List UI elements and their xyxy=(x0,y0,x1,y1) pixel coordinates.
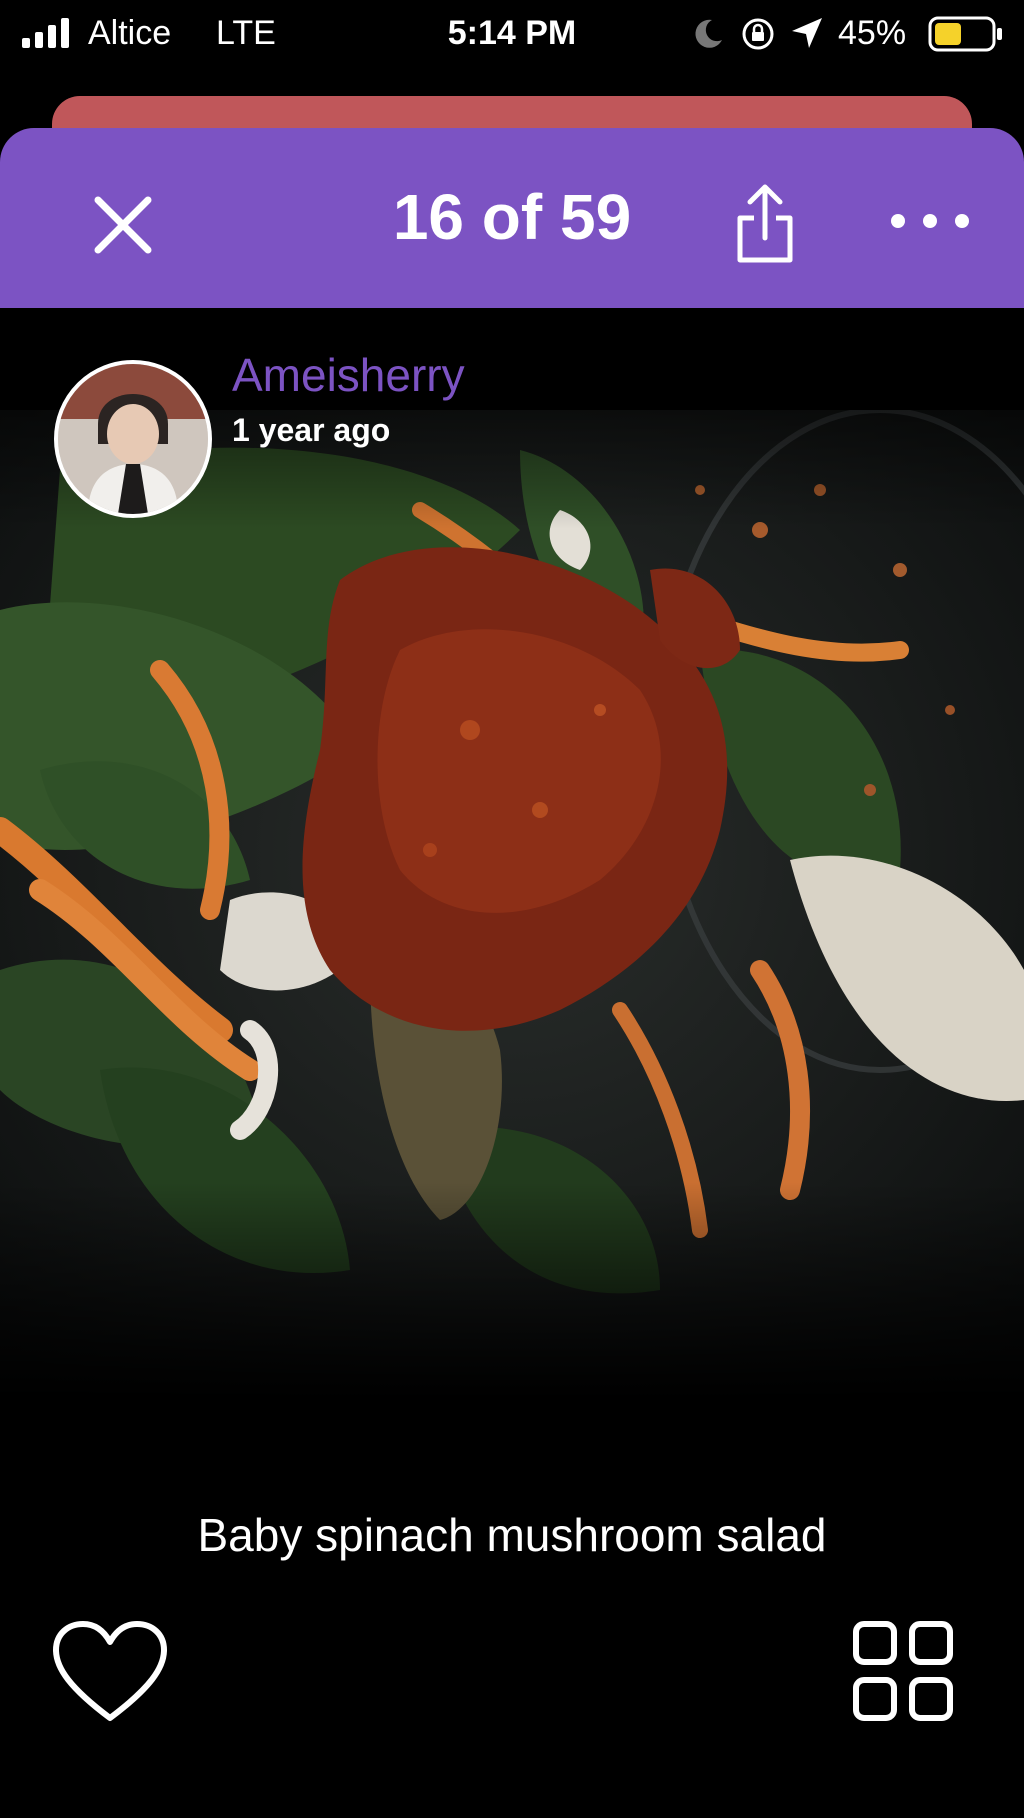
heart-icon[interactable] xyxy=(50,1618,170,1726)
moon-icon xyxy=(695,19,722,48)
viewer-header: 16 of 59 xyxy=(0,128,1024,308)
location-arrow-icon xyxy=(792,18,822,48)
grid-icon[interactable] xyxy=(852,1620,954,1722)
username-link[interactable]: Ameisherry xyxy=(232,348,465,402)
post-timestamp: 1 year ago xyxy=(232,412,391,448)
status-bar: Altice LTE 5:14 PM 45% xyxy=(0,0,1024,68)
share-icon[interactable] xyxy=(730,182,800,264)
battery-icon xyxy=(928,16,1002,52)
photo-caption: Baby spinach mushroom salad xyxy=(197,1509,827,1561)
photo-counter: 16 of 59 xyxy=(392,181,632,253)
food-photo[interactable] xyxy=(0,410,1024,1400)
more-icon[interactable] xyxy=(884,204,984,238)
orientation-lock-icon xyxy=(742,18,774,50)
battery-percent: 45% xyxy=(838,14,907,52)
avatar[interactable] xyxy=(54,360,212,518)
